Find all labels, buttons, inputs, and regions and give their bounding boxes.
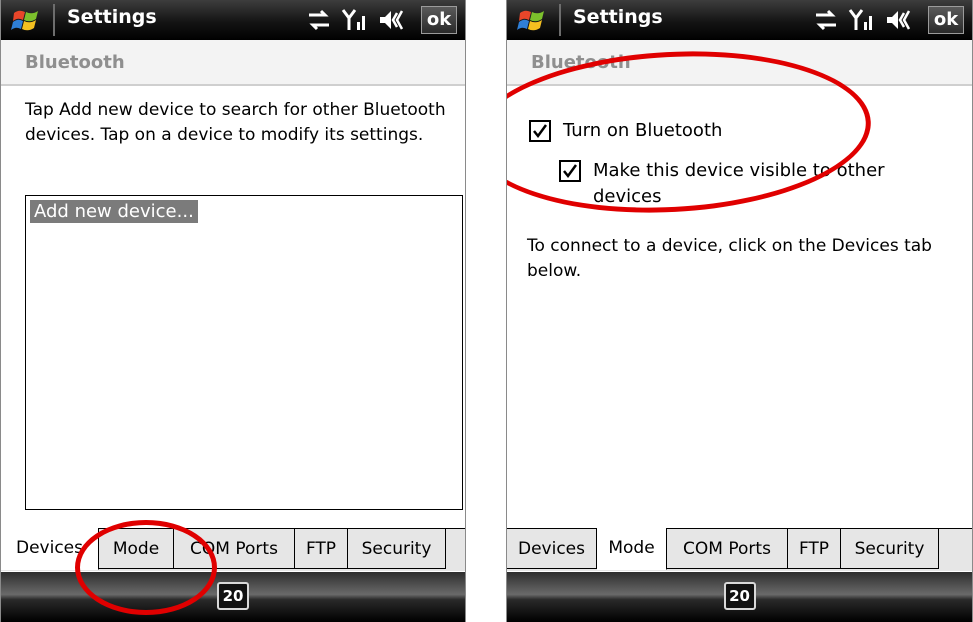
keyboard-icon[interactable]: 20 <box>217 582 249 610</box>
make-visible-label-line2[interactable]: devices <box>593 184 662 209</box>
ok-button[interactable]: ok <box>421 6 457 34</box>
turn-on-bluetooth-label[interactable]: Turn on Bluetooth <box>563 118 722 143</box>
section-title: Bluetooth <box>25 52 125 73</box>
app-title: Settings <box>573 6 663 28</box>
connect-instructions: To connect to a device, click on the Dev… <box>527 236 932 281</box>
checkmark-icon <box>563 164 578 179</box>
device-list[interactable]: Add new device... <box>25 195 463 510</box>
title-bar: Settings ok <box>1 0 465 40</box>
right-phone-screen: Settings ok Bluetooth Turn on Bluetooth … <box>506 0 973 622</box>
app-title: Settings <box>67 6 157 28</box>
checkmark-icon <box>533 124 548 139</box>
list-item-add-new-device[interactable]: Add new device... <box>30 200 198 223</box>
left-phone-screen: Settings ok Bluetooth Tap Add new device… <box>0 0 466 622</box>
status-icons <box>305 8 405 32</box>
connectivity-icon[interactable] <box>305 8 333 32</box>
tab-mode[interactable]: Mode <box>99 529 174 569</box>
make-visible-label-line1[interactable]: Make this device visible to other <box>593 158 885 183</box>
tab-devices[interactable]: Devices <box>1 528 99 570</box>
title-separator <box>559 4 561 36</box>
tab-bar: Devices Mode COM Ports FTP Security <box>507 528 972 571</box>
connectivity-icon[interactable] <box>812 8 840 32</box>
tab-ftp[interactable]: FTP <box>788 529 841 569</box>
windows-start-icon[interactable] <box>11 5 43 35</box>
soft-key-bar: 20 <box>507 572 972 622</box>
title-bar: Settings ok <box>507 0 972 40</box>
volume-icon[interactable] <box>884 8 912 32</box>
section-header: Bluetooth <box>1 40 465 86</box>
tab-com-ports[interactable]: COM Ports <box>174 529 295 569</box>
tab-ftp[interactable]: FTP <box>295 529 348 569</box>
tab-devices[interactable]: Devices <box>507 529 597 569</box>
tab-security[interactable]: Security <box>841 529 939 569</box>
status-icons <box>812 8 912 32</box>
title-separator <box>53 4 55 36</box>
soft-key-bar: 20 <box>1 572 465 622</box>
windows-start-icon[interactable] <box>517 5 549 35</box>
instructions-text: Tap Add new device to search for other B… <box>25 100 446 145</box>
tab-security[interactable]: Security <box>348 529 446 569</box>
section-header: Bluetooth <box>507 40 972 86</box>
signal-strength-icon[interactable] <box>341 8 369 32</box>
keyboard-icon[interactable]: 20 <box>723 582 756 610</box>
section-title: Bluetooth <box>531 52 631 73</box>
turn-on-bluetooth-checkbox[interactable] <box>529 120 551 142</box>
make-visible-checkbox[interactable] <box>559 160 581 182</box>
ok-button[interactable]: ok <box>928 6 964 34</box>
volume-icon[interactable] <box>377 8 405 32</box>
tab-bar: Devices Mode COM Ports FTP Security <box>1 528 465 571</box>
signal-strength-icon[interactable] <box>848 8 876 32</box>
tab-com-ports[interactable]: COM Ports <box>667 529 788 569</box>
tab-mode[interactable]: Mode <box>597 528 667 570</box>
